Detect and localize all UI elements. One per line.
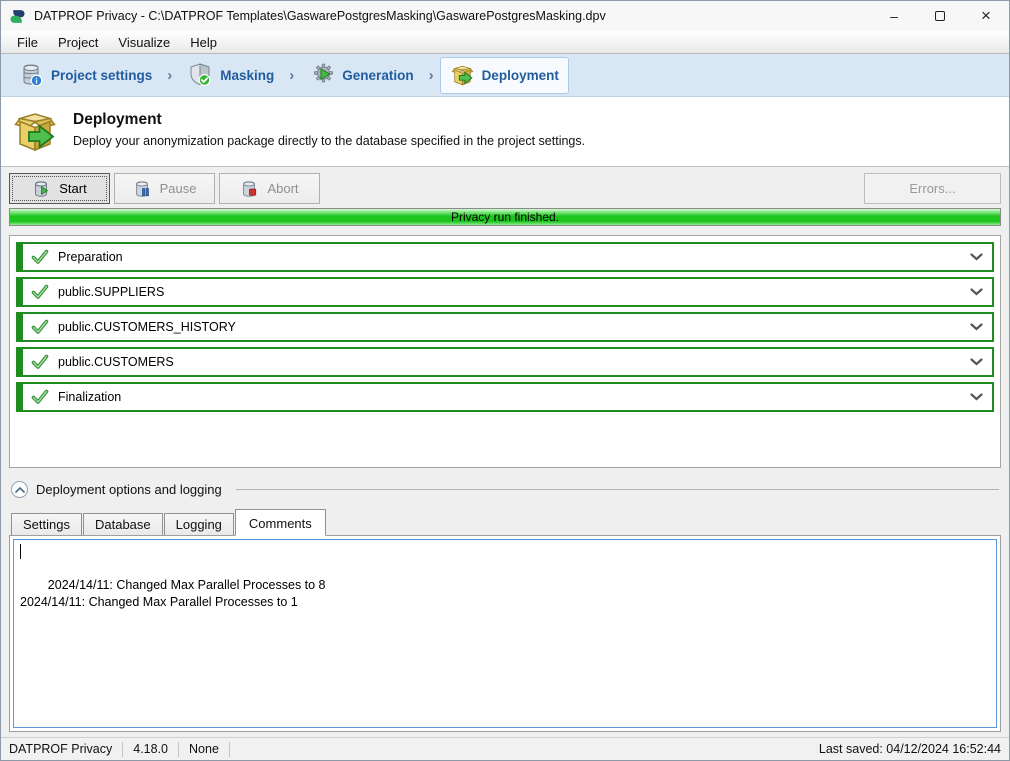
breadcrumb-project-settings[interactable]: i Project settings <box>9 57 161 93</box>
task-row-preparation[interactable]: Preparation <box>16 242 994 272</box>
success-check-icon <box>31 354 49 370</box>
statusbar-divider <box>229 742 230 757</box>
title-bar: DATPROF Privacy - C:\DATPROF Templates\G… <box>1 1 1009 31</box>
minimize-button[interactable]: – <box>871 1 917 31</box>
statusbar-mode: None <box>189 742 219 756</box>
shield-check-icon <box>187 62 213 88</box>
task-label: public.CUSTOMERS <box>58 355 961 369</box>
window-title: DATPROF Privacy - C:\DATPROF Templates\G… <box>34 9 606 23</box>
breadcrumb-generation[interactable]: Generation <box>300 57 422 93</box>
start-button[interactable]: Start <box>9 173 110 204</box>
breadcrumb: i Project settings › Masking › <box>1 54 1009 97</box>
pause-button-label: Pause <box>160 181 197 196</box>
deployment-progress-bar: Privacy run finished. <box>9 208 1001 226</box>
options-tabs: Settings Database Logging Comments <box>9 509 1001 535</box>
database-stop-icon <box>240 180 258 198</box>
chevron-down-icon[interactable] <box>970 323 983 331</box>
errors-button-label: Errors... <box>909 181 955 196</box>
menu-help[interactable]: Help <box>180 33 227 52</box>
statusbar-divider <box>122 742 123 757</box>
task-row-customers-history[interactable]: public.CUSTOMERS_HISTORY <box>16 312 994 342</box>
success-check-icon <box>31 249 49 265</box>
page-header: Deployment Deploy your anonymization pac… <box>1 97 1009 167</box>
gears-run-icon <box>309 62 335 88</box>
breadcrumb-label: Masking <box>220 68 274 83</box>
menu-file[interactable]: File <box>7 33 48 52</box>
database-pause-icon <box>133 180 151 198</box>
tab-comments[interactable]: Comments <box>235 509 326 536</box>
collapse-section-button[interactable] <box>11 481 28 498</box>
text-caret <box>20 544 21 559</box>
breadcrumb-separator-icon: › <box>423 67 440 84</box>
comments-tab-panel: 2024/14/11: Changed Max Parallel Process… <box>9 535 1001 732</box>
pause-button[interactable]: Pause <box>114 173 215 204</box>
statusbar-version: 4.18.0 <box>133 742 168 756</box>
statusbar-app-name: DATPROF Privacy <box>9 742 112 756</box>
close-button[interactable]: × <box>963 1 1009 31</box>
abort-button-label: Abort <box>267 181 298 196</box>
app-window: DATPROF Privacy - C:\DATPROF Templates\G… <box>0 0 1010 761</box>
page-header-text: Deployment Deploy your anonymization pac… <box>73 108 585 148</box>
comments-text: 2024/14/11: Changed Max Parallel Process… <box>20 578 326 609</box>
app-logo-icon <box>9 8 26 25</box>
tab-settings[interactable]: Settings <box>11 513 82 535</box>
page-title: Deployment <box>73 111 585 129</box>
breadcrumb-separator-icon: › <box>161 67 178 84</box>
task-label: public.SUPPLIERS <box>58 285 961 299</box>
deployment-steps-panel: Preparation public.SUPPLIERS <box>9 235 1001 468</box>
abort-button[interactable]: Abort <box>219 173 320 204</box>
database-play-icon <box>32 180 50 198</box>
errors-button[interactable]: Errors... <box>864 173 1001 204</box>
chevron-down-icon[interactable] <box>970 253 983 261</box>
task-label: Finalization <box>58 390 961 404</box>
window-controls: – × <box>871 1 1009 31</box>
progress-status-text: Privacy run finished. <box>451 210 559 224</box>
options-section-label: Deployment options and logging <box>36 482 222 497</box>
menu-project[interactable]: Project <box>48 33 108 52</box>
package-deploy-icon <box>450 63 475 88</box>
page-subtitle: Deploy your anonymization package direct… <box>73 134 585 148</box>
task-label: public.CUSTOMERS_HISTORY <box>58 320 961 334</box>
main-content: Start Pause Abort Err <box>1 167 1009 737</box>
tab-database[interactable]: Database <box>83 513 163 535</box>
chevron-down-icon[interactable] <box>970 358 983 366</box>
options-section-header: Deployment options and logging <box>9 481 1001 498</box>
database-info-icon: i <box>18 62 44 88</box>
menu-visualize[interactable]: Visualize <box>108 33 180 52</box>
statusbar-divider <box>178 742 179 757</box>
chevron-down-icon[interactable] <box>970 393 983 401</box>
comments-textarea[interactable]: 2024/14/11: Changed Max Parallel Process… <box>13 539 997 728</box>
breadcrumb-label: Generation <box>342 68 413 83</box>
task-row-customers[interactable]: public.CUSTOMERS <box>16 347 994 377</box>
chevron-down-icon[interactable] <box>970 288 983 296</box>
status-bar: DATPROF Privacy 4.18.0 None Last saved: … <box>1 737 1009 760</box>
start-button-label: Start <box>59 181 86 196</box>
deployment-toolbar: Start Pause Abort Err <box>9 173 1001 204</box>
chevron-up-icon <box>15 487 25 493</box>
statusbar-last-saved: Last saved: 04/12/2024 16:52:44 <box>819 742 1001 756</box>
breadcrumb-deployment[interactable]: Deployment <box>440 57 569 94</box>
menu-bar: File Project Visualize Help <box>1 31 1009 54</box>
success-check-icon <box>31 389 49 405</box>
success-check-icon <box>31 319 49 335</box>
task-label: Preparation <box>58 250 961 264</box>
tab-logging[interactable]: Logging <box>164 513 234 535</box>
maximize-icon <box>935 11 945 21</box>
breadcrumb-label: Deployment <box>482 68 559 83</box>
breadcrumb-separator-icon: › <box>283 67 300 84</box>
breadcrumb-masking[interactable]: Masking <box>178 57 283 93</box>
deployment-header-icon <box>11 108 59 156</box>
task-row-finalization[interactable]: Finalization <box>16 382 994 412</box>
success-check-icon <box>31 284 49 300</box>
breadcrumb-label: Project settings <box>51 68 152 83</box>
maximize-button[interactable] <box>917 1 963 31</box>
task-row-suppliers[interactable]: public.SUPPLIERS <box>16 277 994 307</box>
section-divider <box>236 489 999 490</box>
